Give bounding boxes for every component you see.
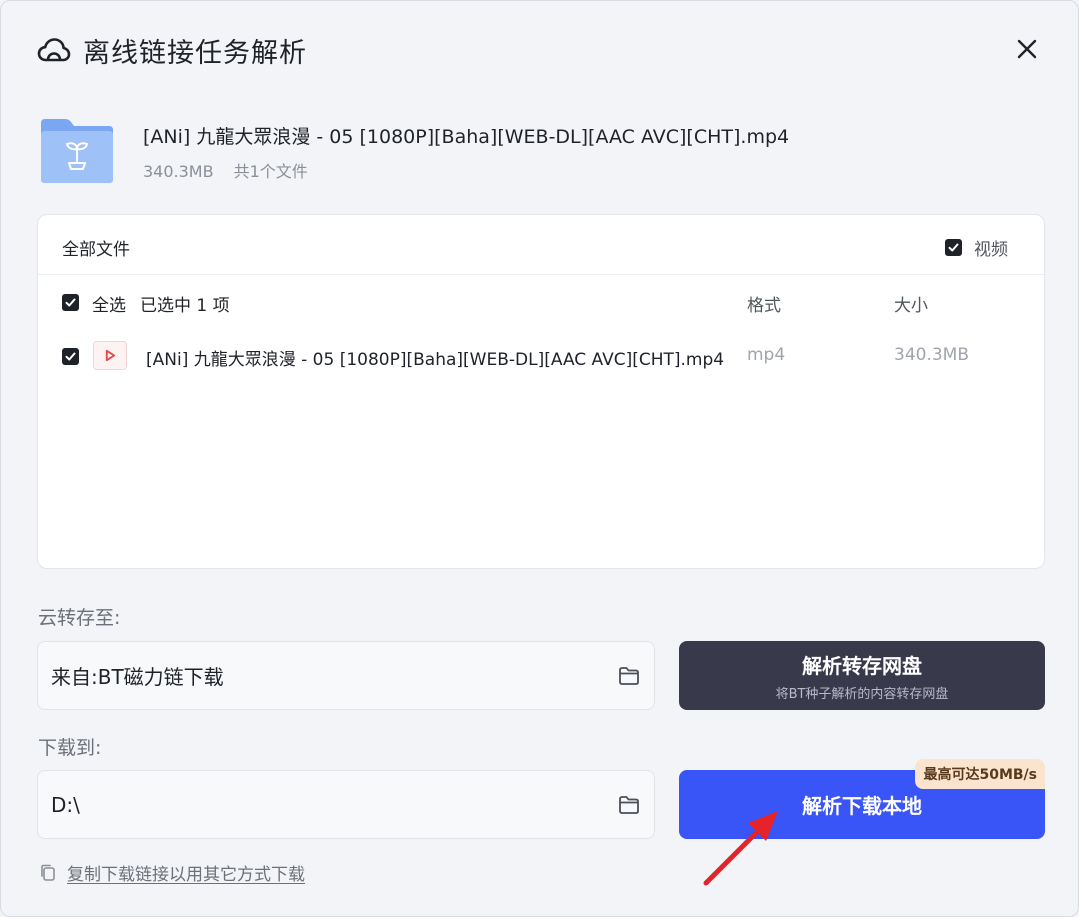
dialog-title: 离线链接任务解析: [83, 38, 307, 69]
file-list-panel: 全部文件 视频 全选 已选中 1 项 格式 大小 [ANi] 九龍大眾浪漫 - …: [37, 214, 1045, 569]
offline-task-dialog: 离线链接任务解析 [ANi] 九龍大眾浪漫 - 05 [1080P][Baha]…: [0, 0, 1079, 917]
video-file-icon: [93, 341, 127, 370]
video-filter-label: 视频: [974, 240, 1008, 260]
cloud-save-value: 来自:BT磁力链下载: [51, 665, 224, 689]
cloud-save-label: 云转存至:: [38, 607, 121, 629]
copy-icon: [41, 864, 55, 881]
save-to-cloud-button[interactable]: 解析转存网盘 将BT种子解析的内容转存网盘: [679, 641, 1045, 710]
select-all-checkbox[interactable]: [62, 294, 79, 311]
row-file-format: mp4: [747, 345, 786, 365]
column-size: 大小: [894, 296, 928, 316]
speed-badge: 最高可达50MB/s: [915, 759, 1045, 789]
task-file-size: 340.3MB: [143, 162, 214, 181]
close-icon[interactable]: [1011, 33, 1043, 65]
row-checkbox[interactable]: [62, 348, 79, 365]
select-all-label[interactable]: 全选: [92, 291, 126, 316]
video-filter[interactable]: 视频: [945, 235, 1008, 260]
folder-icon: [41, 119, 113, 183]
folder-icon[interactable]: [618, 794, 640, 816]
download-local-label: 解析下载本地: [802, 794, 922, 818]
column-format: 格式: [747, 296, 781, 316]
task-file-count: 共1个文件: [233, 162, 308, 181]
folder-icon[interactable]: [618, 665, 640, 687]
download-path-field[interactable]: D:\: [37, 770, 655, 839]
dialog-header: 离线链接任务解析: [37, 31, 307, 70]
download-to-label: 下载到:: [38, 737, 102, 759]
all-files-title: 全部文件: [62, 240, 130, 260]
row-file-name: [ANi] 九龍大眾浪漫 - 05 [1080P][Baha][WEB-DL][…: [146, 350, 725, 370]
copy-download-link[interactable]: 复制下载链接以用其它方式下载: [39, 860, 305, 885]
save-to-cloud-label: 解析转存网盘: [802, 653, 922, 678]
copy-download-link-label: 复制下载链接以用其它方式下载: [67, 865, 305, 885]
cloud-icon: [37, 37, 71, 61]
task-file-name: [ANi] 九龍大眾浪漫 - 05 [1080P][Baha][WEB-DL][…: [143, 126, 790, 148]
red-arrow-annotation: [703, 811, 778, 886]
file-list-header: 全部文件 视频: [38, 215, 1044, 275]
download-path-value: D:\: [51, 792, 80, 817]
column-header-row: 全选 已选中 1 项 格式 大小: [62, 291, 1022, 316]
checkbox-icon[interactable]: [945, 239, 962, 256]
table-row[interactable]: [ANi] 九龍大眾浪漫 - 05 [1080P][Baha][WEB-DL][…: [62, 341, 1022, 371]
row-file-size: 340.3MB: [894, 345, 969, 365]
selected-count: 已选中 1 项: [140, 296, 230, 316]
save-to-cloud-sublabel: 将BT种子解析的内容转存网盘: [775, 686, 949, 702]
cloud-save-field[interactable]: 来自:BT磁力链下载: [37, 641, 655, 710]
task-file-meta: 340.3MB 共1个文件: [143, 158, 308, 182]
